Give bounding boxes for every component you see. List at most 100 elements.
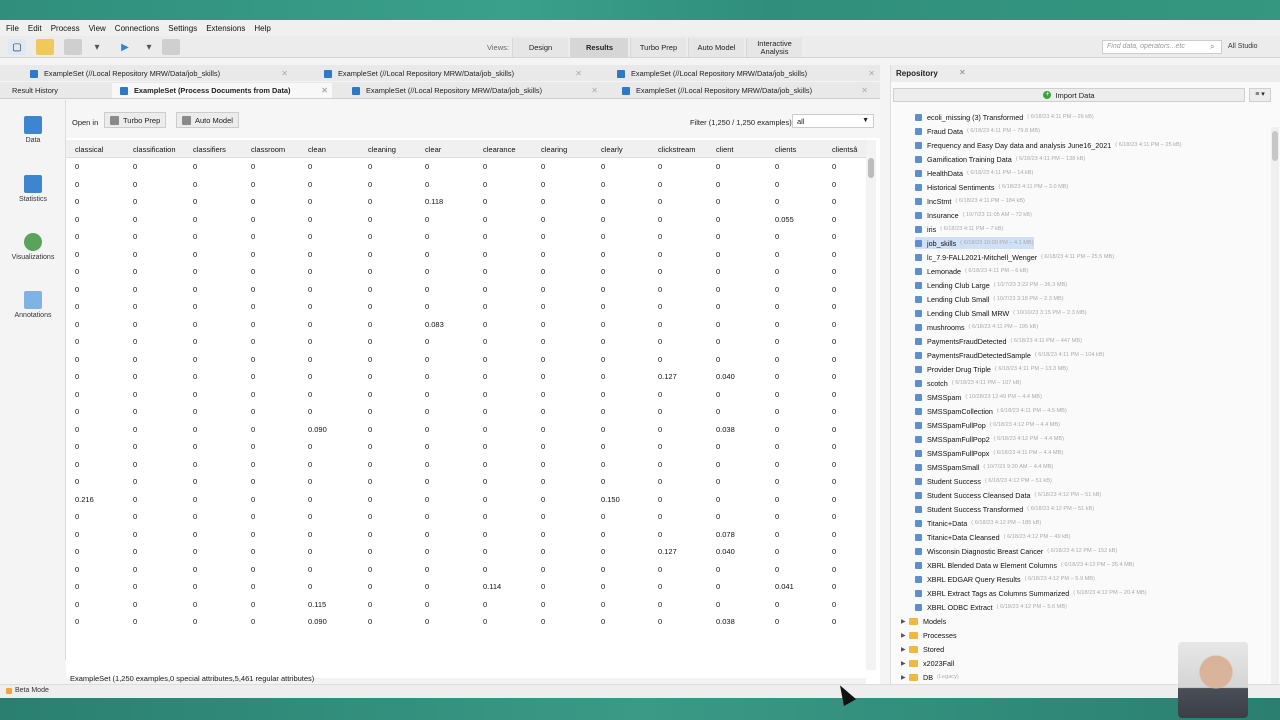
nav-annotations[interactable]: Annotations <box>0 291 66 319</box>
table-row[interactable]: 0 0 0 0 0 0 0 0 0 0 0 0 0 0 <box>66 246 866 264</box>
tab-exampleset-2[interactable]: ExampleSet (//Local Repository MRW/Data/… <box>324 66 586 81</box>
turbo-prep-button[interactable]: Turbo Prep <box>104 112 167 128</box>
repository-folder[interactable]: ▶ DB (Legacy) <box>901 671 959 683</box>
search-input[interactable]: Find data, operators...etc <box>1102 40 1222 54</box>
repository-item[interactable]: Gamification Training Data( 6/18/23 4:11… <box>915 153 1085 165</box>
column-header[interactable]: clearance <box>483 145 516 154</box>
repository-item[interactable]: XBRL EDGAR Query Results( 6/18/23 4:12 P… <box>915 573 1095 585</box>
auto-model-button[interactable]: Auto Model <box>176 112 239 128</box>
column-header[interactable]: clearing <box>541 145 567 154</box>
table-row[interactable]: 0 0 0 0 0 0 0 0 0 0 0 0.078 0 0 <box>66 526 866 544</box>
column-header[interactable]: client <box>716 145 734 154</box>
run-icon[interactable]: ▶ <box>116 39 134 55</box>
table-row[interactable]: 0 0 0 0 0 0 0 0 0 0 0 0 0 0 <box>66 228 866 246</box>
expand-arrow-icon[interactable]: ▶ <box>901 618 909 625</box>
repository-item[interactable]: Student Success( 6/18/23 4:12 PM – 51 kB… <box>915 475 1052 487</box>
close-icon[interactable]: ✕ <box>321 86 328 95</box>
repository-item[interactable]: lc_7.9-FALL2021-Mitchell_Wenger( 6/18/23… <box>915 251 1114 263</box>
menu-item[interactable]: Connections <box>115 24 159 33</box>
table-row[interactable]: 0 0 0 0 0 0 0 0 0 0 0 0 0 0 <box>66 508 866 526</box>
save-dropdown-icon[interactable]: ▾ <box>88 39 106 55</box>
repository-folder[interactable]: ▶ Stored <box>901 643 948 655</box>
menu-item[interactable]: View <box>89 24 106 33</box>
scroll-thumb[interactable] <box>868 158 874 178</box>
column-header[interactable]: clientsâ <box>832 145 857 154</box>
scroll-thumb[interactable] <box>1272 131 1278 161</box>
import-data-button[interactable]: + Import Data <box>893 88 1245 102</box>
expand-arrow-icon[interactable]: ▶ <box>901 674 909 681</box>
filter-select[interactable]: all ▼ <box>792 114 874 128</box>
table-row[interactable]: 0 0 0 0 0 0 0 0 0 0 0 0 0 0 <box>66 176 866 194</box>
vertical-scrollbar[interactable] <box>866 140 876 670</box>
column-header[interactable]: clean <box>308 145 326 154</box>
column-header[interactable]: classical <box>75 145 103 154</box>
view-results-button[interactable]: Results <box>570 38 628 57</box>
beta-mode[interactable]: Beta Mode <box>6 687 49 694</box>
repository-item[interactable]: Student Success Cleansed Data( 6/18/23 4… <box>915 489 1101 501</box>
table-row[interactable]: 0 0 0 0 0 0 0 0 0 0 0 0 0 0 <box>66 403 866 421</box>
repository-item[interactable]: Titanic+Data( 6/18/23 4:12 PM – 185 kB) <box>915 517 1041 529</box>
tab-result-history[interactable]: Result History <box>12 83 107 98</box>
table-row[interactable]: 0 0 0 0 0 0 0 0 0 0 0 0 0 0 <box>66 351 866 369</box>
repository-item[interactable]: Fraud Data( 6/18/23 4:11 PM – 79.8 MB) <box>915 125 1040 137</box>
menu-item[interactable]: Extensions <box>206 24 245 33</box>
menu-item[interactable]: Edit <box>28 24 42 33</box>
table-row[interactable]: 0 0 0 0 0 0 0 0 0 0 0 0 0 0 <box>66 438 866 456</box>
repository-item[interactable]: iris( 6/18/23 4:11 PM – 7 kB) <box>915 223 1004 235</box>
open-folder-icon[interactable] <box>36 39 54 55</box>
repository-folder[interactable]: ▶ Processes <box>901 629 961 641</box>
table-row[interactable]: 0 0 0 0 0 0 0 0 0 0 0 0 0 0 <box>66 561 866 579</box>
table-row[interactable]: 0 0 0 0 0.090 0 0 0 0 0 0 0.038 0 0 <box>66 613 866 631</box>
close-icon[interactable]: ✕ <box>861 86 868 95</box>
repository-item[interactable]: XBRL ODBC Extract( 6/18/23 4:12 PM – 5.6… <box>915 601 1067 613</box>
repository-menu-button[interactable]: ≡ ▾ <box>1249 88 1271 102</box>
expand-arrow-icon[interactable]: ▶ <box>901 646 909 653</box>
search-icon[interactable]: ⌕ <box>1210 42 1214 52</box>
table-row[interactable]: 0 0 0 0 0.115 0 0 0 0 0 0 0 0 0 <box>66 596 866 614</box>
repository-folder[interactable]: ▶ x2023Fall <box>901 657 958 669</box>
table-row[interactable]: 0 0 0 0 0 0 0 0 0 0 0 0 0 0 <box>66 263 866 281</box>
column-header[interactable]: classroom <box>251 145 285 154</box>
repository-item[interactable]: Frequency and Easy Day data and analysis… <box>915 139 1182 151</box>
repository-item[interactable]: Lending Club Large( 10/7/23 3:22 PM – 36… <box>915 279 1067 291</box>
repository-item[interactable]: Historical Sentiments( 6/18/23 4:11 PM –… <box>915 181 1068 193</box>
repository-item[interactable]: Titanic+Data Cleansed( 6/18/23 4:12 PM –… <box>915 531 1071 543</box>
repository-item[interactable]: job_skills( 6/18/23 10:00 PM – 4.1 MB) <box>915 237 1034 249</box>
nav-visualizations[interactable]: Visualizations <box>0 233 66 261</box>
column-header[interactable]: classifiers <box>193 145 226 154</box>
table-row[interactable]: 0 0 0 0 0 0 0 0 0 0 0 0 0 0 <box>66 281 866 299</box>
repository-item[interactable]: HealthData( 6/18/23 4:11 PM – 14 kB) <box>915 167 1033 179</box>
repository-item[interactable]: Insurance( 10/7/23 11:05 AM – 72 kB) <box>915 209 1032 221</box>
repository-item[interactable]: mushrooms( 6/18/23 4:11 PM – 195 kB) <box>915 321 1038 333</box>
menu-item[interactable]: Help <box>254 24 270 33</box>
column-header[interactable]: cleaning <box>368 145 396 154</box>
view-auto-model-button[interactable]: Auto Model <box>688 38 744 57</box>
repository-folder[interactable]: ▶ Models <box>901 615 950 627</box>
table-row[interactable]: 0 0 0 0 0 0 0 0 0 0 0 0 0 0 <box>66 333 866 351</box>
stop-icon[interactable] <box>162 39 180 55</box>
column-header[interactable]: clear <box>425 145 441 154</box>
repository-item[interactable]: Student Success Transformed( 6/18/23 4:1… <box>915 503 1094 515</box>
table-row[interactable]: 0 0 0 0 0 0 0.083 0 0 0 0 0 0 0 <box>66 316 866 334</box>
repository-item[interactable]: SMSSpamFullPop2( 6/18/23 4:12 PM – 4.4 M… <box>915 433 1064 445</box>
column-header[interactable]: clients <box>775 145 796 154</box>
tab-exampleset-4[interactable]: ExampleSet (//Local Repository MRW/Data/… <box>352 83 602 98</box>
repository-item[interactable]: Provider Drug Triple( 6/18/23 4:11 PM – … <box>915 363 1068 375</box>
table-row[interactable]: 0 0 0 0 0 0 0 0 0 0 0 0 0 0 <box>66 456 866 474</box>
nav-statistics[interactable]: Statistics <box>0 175 66 203</box>
menu-item[interactable]: Settings <box>168 24 197 33</box>
table-row[interactable]: 0 0 0 0 0 0 0 0 0 0 0 0 0 0 <box>66 386 866 404</box>
close-icon[interactable]: ✕ <box>591 86 598 95</box>
close-icon[interactable]: ✕ <box>281 69 288 78</box>
table-row[interactable]: 0 0 0 0 0 0 0 0 0 0 0.127 0.040 0 0 <box>66 543 866 561</box>
repository-item[interactable]: IncStmt( 6/18/23 4:11 PM – 184 kB) <box>915 195 1025 207</box>
repository-item[interactable]: PaymentsFraudDetectedSample( 6/18/23 4:1… <box>915 349 1104 361</box>
new-process-icon[interactable]: ▢ <box>8 39 26 55</box>
tab-exampleset-3[interactable]: ExampleSet (//Local Repository MRW/Data/… <box>617 66 879 81</box>
table-row[interactable]: 0 0 0 0 0 0 0 0 0 0 0 0 0 0 <box>66 158 866 176</box>
run-dropdown-icon[interactable]: ▾ <box>140 39 158 55</box>
studio-selector[interactable]: All Studio <box>1228 43 1258 50</box>
table-row[interactable]: 0 0 0 0 0 0 0 0 0 0 0 0 0 0 <box>66 298 866 316</box>
table-row[interactable]: 0 0 0 0 0 0 0.118 0 0 0 0 0 0 0 <box>66 193 866 211</box>
save-icon[interactable] <box>64 39 82 55</box>
